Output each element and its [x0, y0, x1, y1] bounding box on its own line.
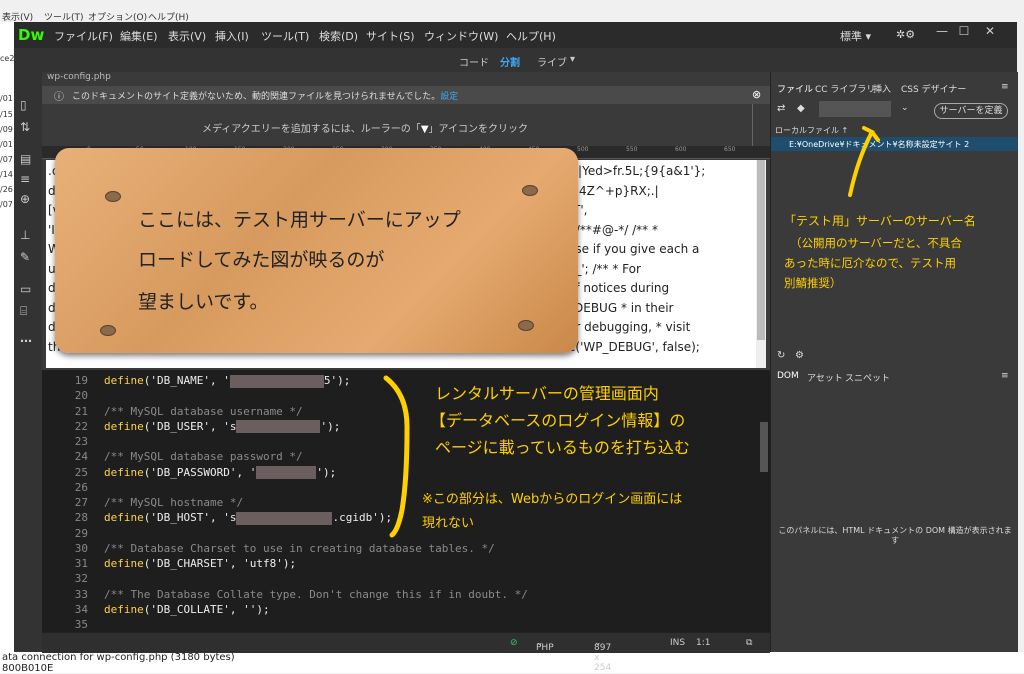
annotation-server-note: あった時に厄介なので、テスト用 [784, 256, 957, 270]
annotation-rental: ページに載っているものを打ち込む [435, 438, 690, 457]
annotation-rental: レンタルサーバーの管理画面内 [435, 384, 659, 403]
annotation-server-note: 別鯖推奨） [784, 276, 842, 290]
annotation-note: ※この部分は、Webからのログイン画面には [422, 492, 683, 507]
annotation-strokes [383, 126, 880, 538]
annotation-note: 現れない [422, 516, 475, 531]
annotation-rental: 【データベースのログイン情報】の [430, 411, 686, 430]
annotation-server-title: 「テスト用」サーバーのサーバー名 [784, 214, 976, 228]
annotation-server-note: （公開用のサーバーだと、不具合 [790, 236, 962, 250]
